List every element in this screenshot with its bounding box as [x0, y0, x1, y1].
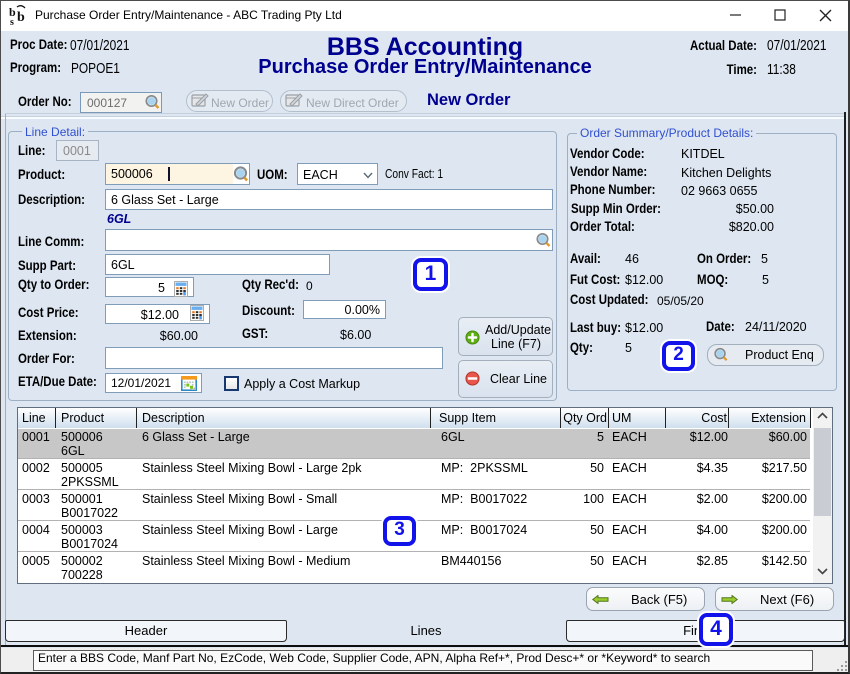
svg-text:s: s — [10, 17, 14, 28]
svg-text:b: b — [17, 10, 25, 25]
